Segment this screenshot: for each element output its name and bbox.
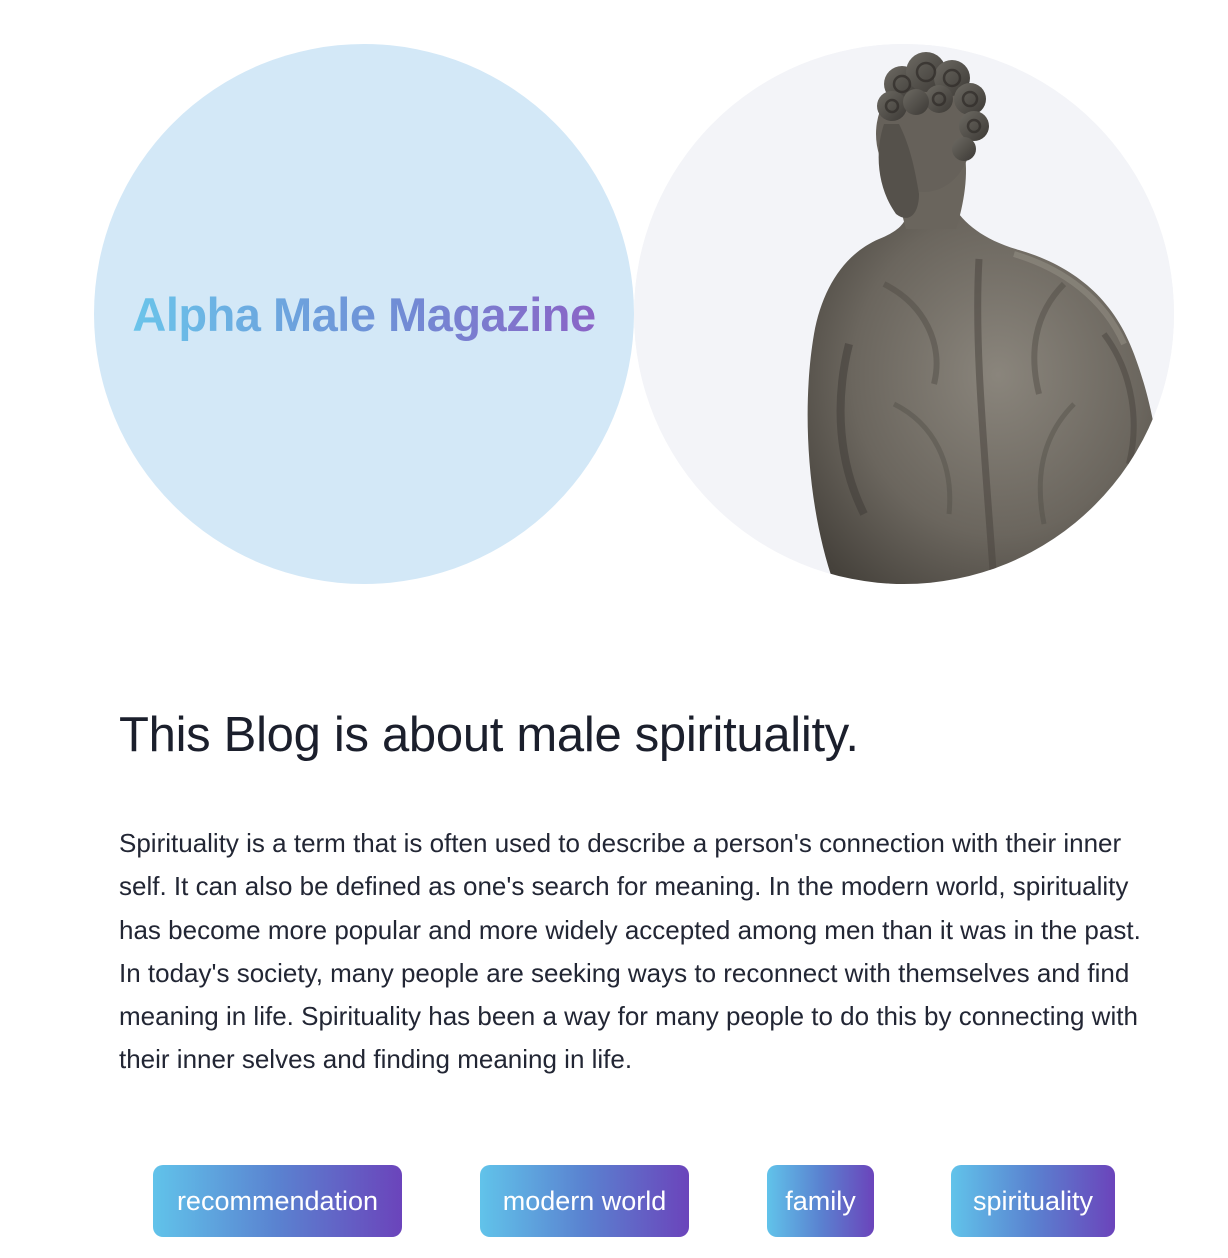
tag-spirituality[interactable]: spirituality — [951, 1165, 1115, 1237]
statue-back-image — [634, 44, 1174, 584]
blog-heading: This Blog is about male spirituality. — [119, 708, 859, 762]
hero-section: Alpha Male Magazine — [0, 0, 1228, 640]
site-title[interactable]: Alpha Male Magazine — [132, 287, 596, 342]
statue-image — [634, 44, 1174, 584]
tag-modern-world[interactable]: modern world — [480, 1165, 689, 1237]
tag-recommendation[interactable]: recommendation — [153, 1165, 402, 1237]
title-circle: Alpha Male Magazine — [94, 44, 634, 584]
blog-body: Spirituality is a term that is often use… — [119, 828, 1141, 1075]
tag-family[interactable]: family — [767, 1165, 874, 1237]
article: This Blog is about male spirituality. Sp… — [119, 690, 1159, 1082]
tag-list: recommendation modern world family spiri… — [0, 1165, 1228, 1237]
